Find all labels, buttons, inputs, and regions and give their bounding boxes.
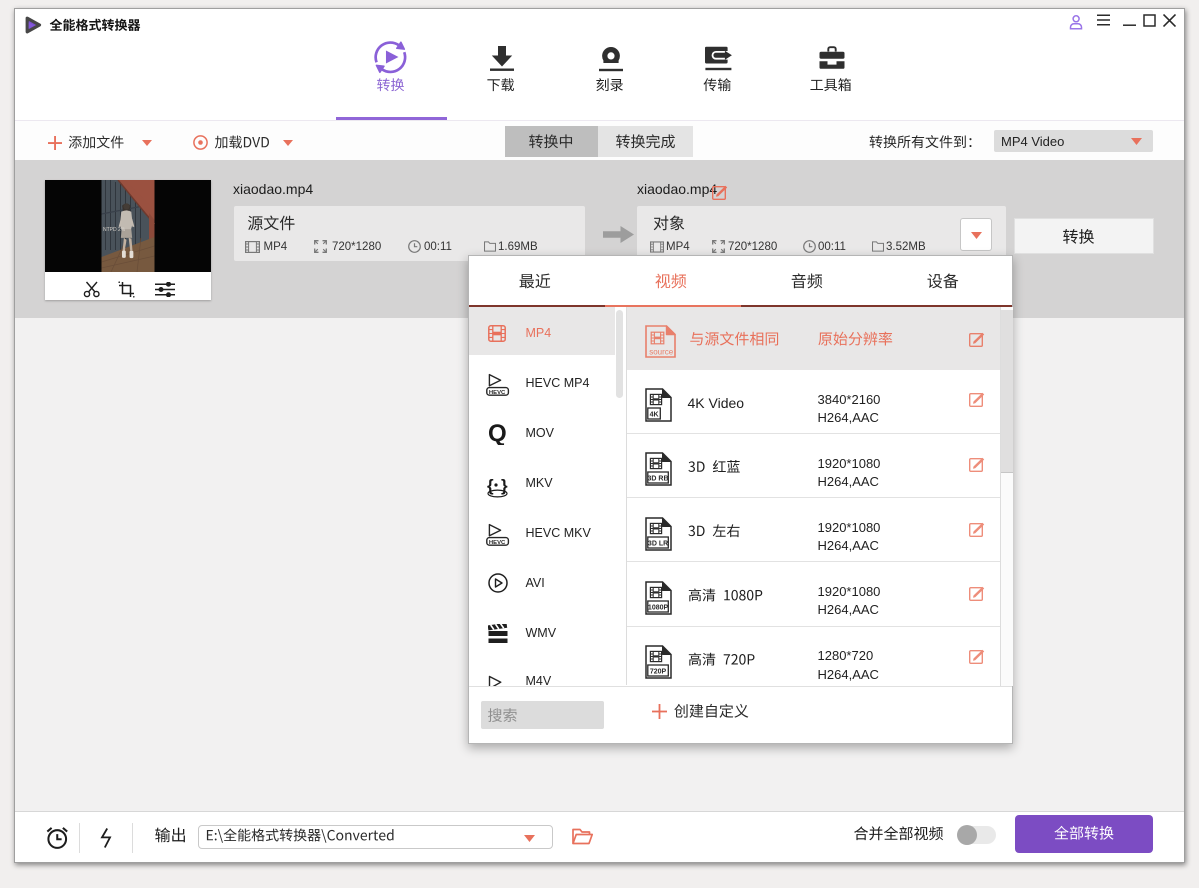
svg-text:Q: Q xyxy=(488,421,507,445)
svg-text:3D RB: 3D RB xyxy=(647,476,668,483)
svg-text:HEVC: HEVC xyxy=(489,390,506,396)
svg-text:NTPD 2%: NTPD 2% xyxy=(103,227,126,233)
svg-text:4K: 4K xyxy=(649,411,658,418)
svg-text:source: source xyxy=(649,348,674,357)
svg-text:720P: 720P xyxy=(649,668,666,675)
svg-text:3D LR: 3D LR xyxy=(647,540,667,547)
svg-text:1080P: 1080P xyxy=(647,604,668,611)
svg-text:HEVC: HEVC xyxy=(489,540,506,546)
